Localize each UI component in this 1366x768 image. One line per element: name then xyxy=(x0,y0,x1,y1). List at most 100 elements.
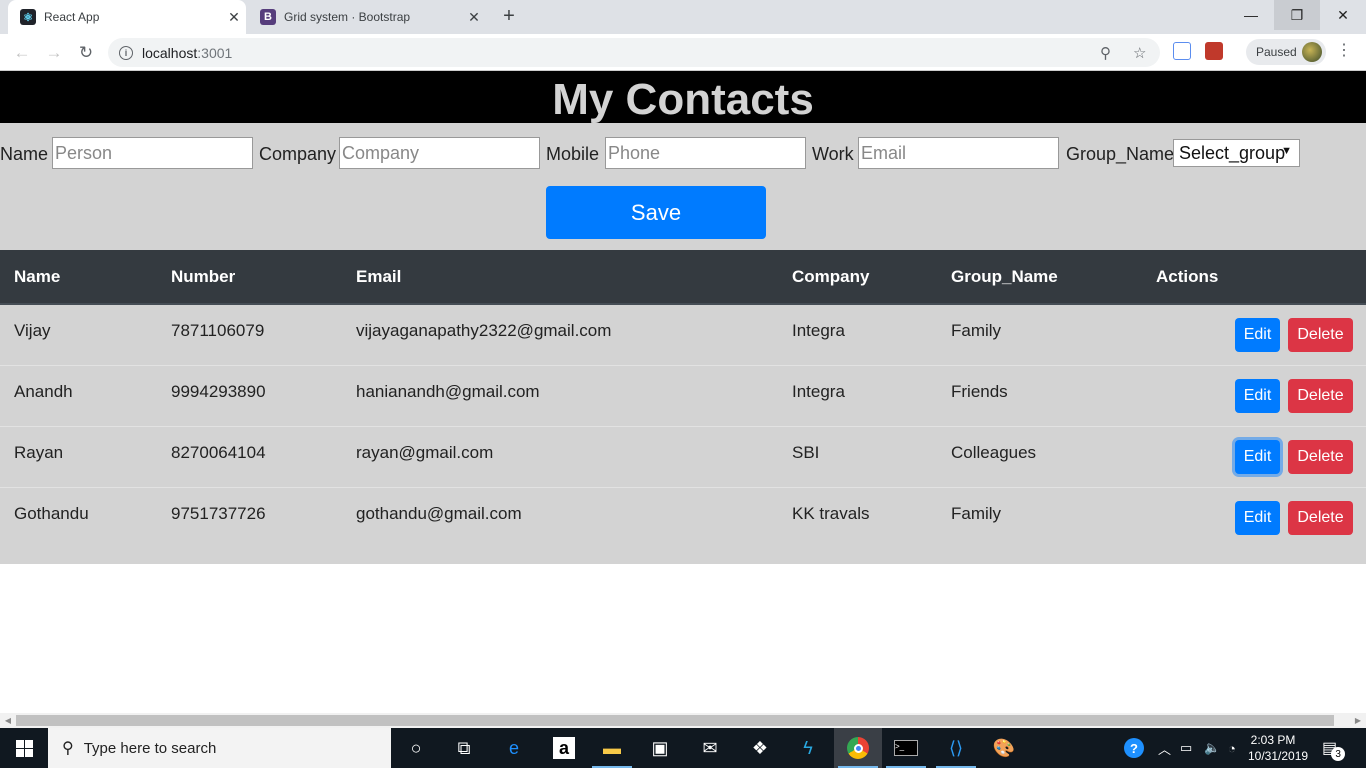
save-button[interactable]: Save xyxy=(546,186,766,239)
windows-logo-icon xyxy=(15,739,33,757)
cell-group: Family xyxy=(951,320,1002,340)
reload-icon[interactable]: ↻ xyxy=(74,41,98,65)
cortana-icon[interactable]: ○ xyxy=(392,728,440,768)
cell-number: 9994293890 xyxy=(157,364,342,426)
cell-number: 7871106079 xyxy=(171,320,265,340)
wifi-icon[interactable]: ◔ xyxy=(1228,728,1236,768)
store-icon[interactable]: ▣ xyxy=(636,728,684,768)
edit-button[interactable]: Edit xyxy=(1235,439,1280,474)
cell-name: Rayan xyxy=(0,425,157,487)
back-icon[interactable]: ← xyxy=(10,41,34,65)
page-content: My Contacts Name Company Mobile Work Gro… xyxy=(0,71,1366,713)
help-icon[interactable]: ? xyxy=(1124,728,1144,768)
table-row: Anandh 9994293890 hanianandh@gmail.com I… xyxy=(0,364,1366,426)
table-footer-space xyxy=(0,548,1366,564)
cell-actions: Edit Delete xyxy=(1142,425,1366,487)
url-text: localhost:3001 xyxy=(142,45,232,61)
edit-button[interactable]: Edit xyxy=(1235,500,1280,535)
mail-icon[interactable]: ✉ xyxy=(686,728,734,768)
clock[interactable]: 2:03 PM 10/31/2019 xyxy=(1248,732,1309,764)
delete-button[interactable]: Delete xyxy=(1288,439,1353,474)
vscode-icon[interactable]: ⟨⟩ xyxy=(932,728,980,768)
dropbox-icon[interactable]: ❖ xyxy=(736,728,784,768)
close-tab-icon[interactable]: ✕ xyxy=(462,9,486,26)
col-header-company: Company xyxy=(778,250,937,305)
taskbar-search-placeholder: Type here to search xyxy=(83,739,217,757)
edit-button[interactable]: Edit xyxy=(1235,317,1280,352)
clock-date: 10/31/2019 xyxy=(1248,749,1309,763)
browser-tabstrip: ⚛ React App ✕ B Grid system · Bootstrap … xyxy=(0,0,1366,34)
edit-button[interactable]: Edit xyxy=(1235,378,1280,413)
close-tab-icon[interactable]: ✕ xyxy=(222,9,246,26)
task-view-icon[interactable]: ⧉ xyxy=(440,728,488,768)
company-label: Company xyxy=(259,144,337,164)
paint-icon[interactable]: 🎨 xyxy=(980,728,1028,768)
cell-company: KK travals xyxy=(778,486,937,548)
cell-company: Integra xyxy=(778,364,937,426)
chrome-icon[interactable] xyxy=(834,728,882,768)
restore-icon[interactable]: ❐ xyxy=(1274,0,1320,30)
extension-red-icon[interactable] xyxy=(1205,42,1223,60)
chevron-up-icon[interactable]: ︿ xyxy=(1158,728,1171,768)
forward-icon[interactable]: → xyxy=(42,41,66,65)
url-port: :3001 xyxy=(197,44,233,61)
delete-button[interactable]: Delete xyxy=(1288,500,1353,535)
mobile-input[interactable] xyxy=(605,137,806,169)
volume-icon[interactable]: 🔈 xyxy=(1204,728,1220,768)
tab-react-app[interactable]: ⚛ React App ✕ xyxy=(8,0,246,34)
amazon-icon[interactable]: a xyxy=(540,728,588,768)
cell-email: vijayaganapathy2322@gmail.com xyxy=(356,320,612,340)
col-header-email: Email xyxy=(342,250,778,305)
cell-actions: Edit Delete xyxy=(1142,486,1366,548)
delete-button[interactable]: Delete xyxy=(1288,317,1353,352)
battery-icon[interactable]: ▭ xyxy=(1180,728,1192,768)
minimize-icon[interactable]: — xyxy=(1228,0,1274,30)
group-select-value: Select_group xyxy=(1179,142,1286,163)
cell-email: rayan@gmail.com xyxy=(342,425,778,487)
taskbar-search[interactable]: ⚲ Type here to search xyxy=(48,728,391,768)
profile-paused-button[interactable]: Paused xyxy=(1246,39,1326,65)
cell-number: 9751737726 xyxy=(157,486,342,548)
scroll-left-icon[interactable]: ◀ xyxy=(0,713,16,728)
address-bar[interactable]: i localhost:3001 ⚲ ☆ xyxy=(108,38,1160,67)
col-header-actions: Actions xyxy=(1142,250,1366,305)
zoom-icon[interactable]: ⚲ xyxy=(1100,38,1111,67)
start-button[interactable] xyxy=(0,728,48,768)
delete-button[interactable]: Delete xyxy=(1288,378,1353,413)
cell-group: Family xyxy=(937,486,1142,548)
extension-doc-icon[interactable] xyxy=(1173,42,1191,60)
cell-actions: Edit Delete xyxy=(1142,304,1366,365)
file-explorer-icon[interactable]: ▬ xyxy=(588,728,636,768)
tab-bootstrap[interactable]: B Grid system · Bootstrap ✕ xyxy=(248,0,486,34)
new-tab-icon[interactable]: + xyxy=(498,6,520,28)
edge-icon[interactable]: e xyxy=(490,728,538,768)
tab-title: React App xyxy=(44,10,100,24)
horizontal-scrollbar[interactable]: ◀ ▶ xyxy=(0,713,1366,728)
mobile-label: Mobile xyxy=(546,144,600,164)
group-select[interactable]: Select_group ▼ xyxy=(1173,139,1300,167)
contacts-table: Name Number Email Company Group_Name Act… xyxy=(0,250,1366,548)
cell-company: SBI xyxy=(778,425,937,487)
search-icon: ⚲ xyxy=(62,740,74,757)
windows-taskbar: ⚲ Type here to search ○ ⧉ e a ▬ ▣ ✉ ❖ ϟ … xyxy=(0,728,1366,768)
info-icon[interactable]: i xyxy=(119,45,133,60)
browser-toolbar: ← → ↻ i localhost:3001 ⚲ ☆ Paused ⋮ xyxy=(0,34,1366,71)
cell-name: Gothandu xyxy=(0,486,157,548)
table-row: Rayan 8270064104 rayan@gmail.com SBI Col… xyxy=(0,425,1366,487)
cell-name: Anandh xyxy=(0,364,157,426)
contact-form: Name Company Mobile Work Group_Name Sele… xyxy=(0,123,1366,250)
notification-icon[interactable]: ▤ 3 xyxy=(1322,728,1351,768)
app-bolt-icon[interactable]: ϟ xyxy=(784,728,832,768)
bookmark-star-icon[interactable]: ☆ xyxy=(1133,38,1146,67)
name-label: Name xyxy=(0,144,49,164)
scroll-right-icon[interactable]: ▶ xyxy=(1350,713,1366,728)
work-email-input[interactable] xyxy=(858,137,1059,169)
name-input[interactable] xyxy=(52,137,253,169)
react-favicon-icon: ⚛ xyxy=(20,9,36,25)
scrollbar-thumb[interactable] xyxy=(16,715,1334,726)
company-input[interactable] xyxy=(339,137,540,169)
terminal-icon[interactable]: >_ xyxy=(882,728,930,768)
menu-kebab-icon[interactable]: ⋮ xyxy=(1336,42,1352,62)
close-window-icon[interactable]: ✕ xyxy=(1320,0,1366,30)
work-label: Work xyxy=(812,144,854,164)
